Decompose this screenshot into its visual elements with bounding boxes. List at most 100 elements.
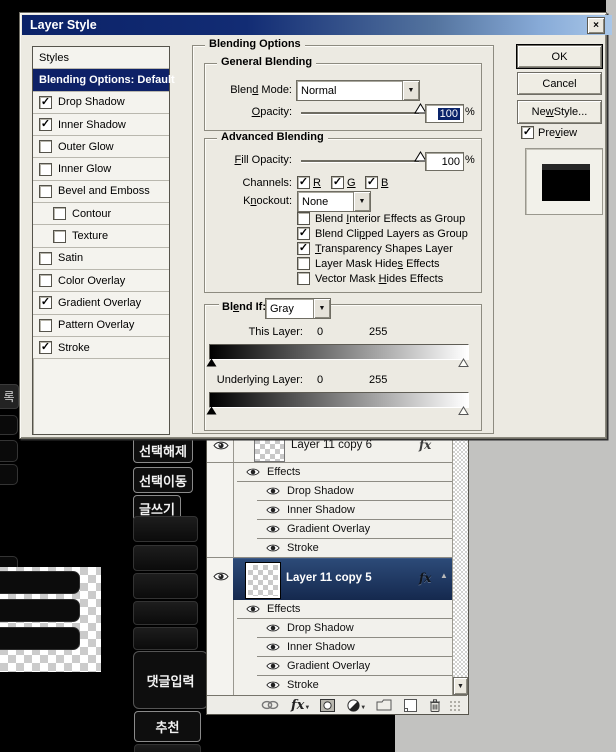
deselect-button[interactable]: 선택해제: [133, 437, 193, 463]
collapse-effects-arrow[interactable]: ▲: [440, 571, 448, 580]
opacity-slider[interactable]: [301, 112, 419, 115]
effect-row[interactable]: Gradient Overlay: [233, 520, 452, 538]
style-item-outer-glow[interactable]: Outer Glow: [33, 136, 169, 158]
dark-button[interactable]: [133, 573, 198, 599]
effect-row[interactable]: Inner Shadow: [233, 501, 452, 519]
palette-scrollbar[interactable]: [452, 431, 468, 695]
new-group-folder-icon[interactable]: [376, 699, 392, 711]
style-item-pattern-overlay[interactable]: Pattern Overlay: [33, 315, 169, 337]
blend-mode-select[interactable]: Normal ▼: [296, 80, 420, 101]
style-item-inner-shadow[interactable]: Inner Shadow: [33, 114, 169, 136]
channel-g-checkbox[interactable]: [331, 176, 344, 189]
style-item-bevel-emboss[interactable]: Bevel and Emboss: [33, 181, 169, 203]
effect-row[interactable]: Drop Shadow: [233, 482, 452, 500]
dialog-titlebar[interactable]: Layer Style: [22, 15, 612, 35]
chevron-down-icon[interactable]: ▼: [313, 299, 330, 318]
visibility-eye-icon[interactable]: [266, 505, 280, 515]
add-layer-mask-icon[interactable]: [320, 699, 335, 712]
partial-button[interactable]: [134, 744, 201, 752]
comment-input-button[interactable]: 댓글입력: [133, 651, 208, 709]
layer-mask-hides-checkbox[interactable]: [297, 257, 310, 270]
selection-move-button[interactable]: 선택이동: [133, 467, 193, 493]
style-item-blending-options[interactable]: Blending Options: Default: [33, 69, 169, 91]
style-item-contour[interactable]: Contour: [33, 203, 169, 225]
add-layer-style-icon[interactable]: fx: [291, 698, 304, 713]
checkbox[interactable]: [39, 140, 52, 153]
new-layer-icon[interactable]: [404, 699, 417, 712]
blend-if-select[interactable]: Gray ▼: [265, 298, 331, 319]
layer-name[interactable]: Layer 11 copy 5: [286, 572, 372, 584]
underlying-layer-white-thumb[interactable]: [458, 406, 469, 418]
layer-thumbnail[interactable]: [246, 563, 280, 598]
checkbox[interactable]: [39, 341, 52, 354]
channel-b-checkbox[interactable]: [365, 176, 378, 189]
delete-layer-trash-icon[interactable]: [429, 699, 441, 712]
checkbox[interactable]: [39, 163, 52, 176]
checkbox[interactable]: [39, 274, 52, 287]
blend-interior-checkbox[interactable]: [297, 212, 310, 225]
layer-style-fx-icon[interactable]: fx: [419, 571, 431, 585]
fill-opacity-value-field[interactable]: 100: [425, 152, 464, 171]
preview-checkbox[interactable]: [521, 126, 534, 139]
new-style-button[interactable]: New Style...: [517, 100, 602, 124]
visibility-eye-icon[interactable]: [266, 642, 280, 652]
checkbox[interactable]: [39, 319, 52, 332]
chevron-down-icon[interactable]: ▼: [353, 192, 370, 211]
style-item-texture[interactable]: Texture: [33, 225, 169, 247]
style-item-drop-shadow[interactable]: Drop Shadow: [33, 92, 169, 114]
blend-clipped-checkbox[interactable]: [297, 227, 310, 240]
visibility-eye-icon[interactable]: [266, 524, 280, 534]
layer-style-fx-icon[interactable]: fx: [419, 438, 431, 452]
visibility-eye-icon[interactable]: [246, 604, 260, 614]
style-item-gradient-overlay[interactable]: Gradient Overlay: [33, 292, 169, 314]
checkbox[interactable]: [39, 96, 52, 109]
close-icon[interactable]: ×: [587, 17, 605, 34]
knockout-select[interactable]: None ▼: [297, 191, 371, 212]
visibility-eye-icon[interactable]: [266, 543, 280, 553]
visibility-eye-icon[interactable]: [246, 467, 260, 477]
checkbox[interactable]: [39, 296, 52, 309]
underlying-layer-gradient-bar[interactable]: [209, 392, 469, 408]
visibility-eye-icon[interactable]: [266, 486, 280, 496]
chevron-down-icon[interactable]: ▼: [402, 81, 419, 100]
visibility-eye-icon[interactable]: [266, 623, 280, 633]
cancel-button[interactable]: Cancel: [517, 72, 602, 95]
effects-header-row[interactable]: Effects: [233, 600, 452, 618]
visibility-eye-icon[interactable]: [266, 680, 280, 690]
effect-row[interactable]: Stroke: [233, 676, 452, 694]
recommend-button[interactable]: 추천: [134, 711, 201, 742]
opacity-value-field[interactable]: 100: [425, 104, 464, 123]
visibility-eye-icon[interactable]: [266, 661, 280, 671]
link-layers-icon[interactable]: [261, 700, 279, 710]
style-item-inner-glow[interactable]: Inner Glow: [33, 158, 169, 180]
checkbox[interactable]: [39, 252, 52, 265]
effect-row[interactable]: Drop Shadow: [233, 619, 452, 637]
dark-button[interactable]: [133, 627, 198, 650]
effect-row[interactable]: Stroke: [233, 539, 452, 557]
fill-opacity-slider[interactable]: [301, 160, 419, 163]
underlying-layer-black-thumb[interactable]: [206, 406, 217, 418]
selected-layer-row[interactable]: Layer 11 copy 5 fx ▲: [233, 558, 452, 600]
visibility-eye-icon[interactable]: [212, 570, 230, 583]
this-layer-black-thumb[interactable]: [206, 358, 217, 370]
ok-button[interactable]: OK: [517, 45, 602, 68]
effect-row[interactable]: Inner Shadow: [233, 638, 452, 656]
side-tab[interactable]: 록: [0, 384, 19, 409]
visibility-eye-icon[interactable]: [212, 439, 230, 452]
effect-row[interactable]: Gradient Overlay: [233, 657, 452, 675]
effects-header-row[interactable]: Effects: [233, 463, 452, 481]
dark-button[interactable]: [133, 516, 198, 542]
adjustment-layer-icon[interactable]: [347, 699, 360, 712]
resize-grip[interactable]: [449, 700, 460, 711]
checkbox[interactable]: [53, 207, 66, 220]
style-item-satin[interactable]: Satin: [33, 248, 169, 270]
channel-r-checkbox[interactable]: [297, 176, 310, 189]
this-layer-gradient-bar[interactable]: [209, 344, 469, 360]
style-item-stroke[interactable]: Stroke: [33, 337, 169, 359]
checkbox[interactable]: [53, 230, 66, 243]
layer-name[interactable]: Layer 11 copy 6: [291, 439, 372, 451]
dark-button[interactable]: [133, 545, 198, 571]
this-layer-white-thumb[interactable]: [458, 358, 469, 370]
transparency-shapes-checkbox[interactable]: [297, 242, 310, 255]
dark-button[interactable]: [133, 601, 198, 625]
